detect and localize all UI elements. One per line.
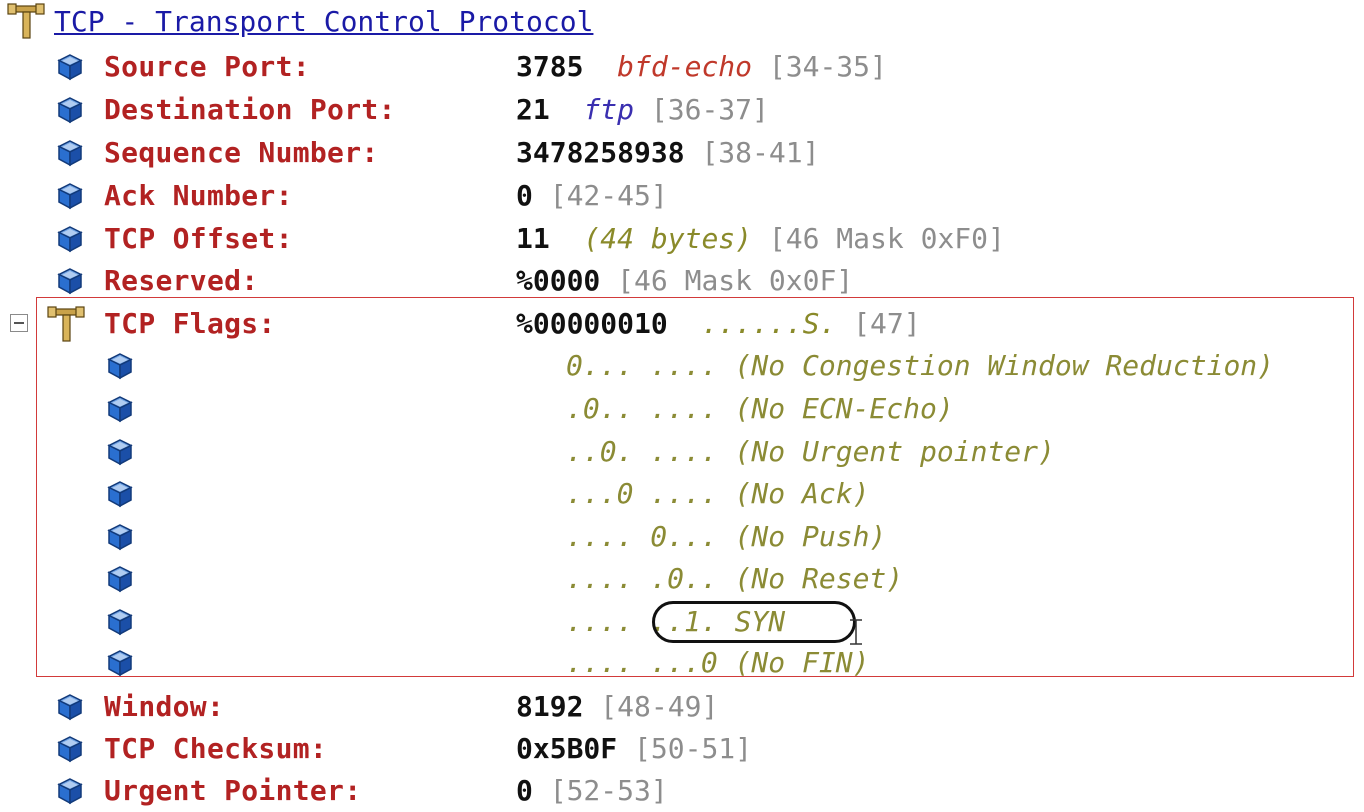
byte-range: [48-49] xyxy=(600,690,719,723)
text-cursor-icon xyxy=(850,619,862,645)
byte-range: [36-37] xyxy=(650,93,769,126)
flag-bit-description: .... .0.. (No Reset) xyxy=(566,562,904,595)
cube-icon xyxy=(56,225,84,253)
field-label: Window: xyxy=(104,690,225,723)
field-value: 11 (44 bytes) [46 Mask 0xF0] xyxy=(516,222,1005,255)
protocol-header-row[interactable]: TCP - Transport Control Protocol xyxy=(0,0,1364,43)
cube-icon xyxy=(106,438,134,466)
field-row-urgent-pointer[interactable]: Urgent Pointer: 0 [52-53] xyxy=(0,769,1364,812)
cube-icon xyxy=(56,53,84,81)
cube-icon xyxy=(106,395,134,423)
flag-bit-row[interactable]: .... .0.. (No Reset) xyxy=(0,557,1364,600)
flags-summary: ......S. xyxy=(701,307,837,340)
flag-bit-description: ..0. .... (No Urgent pointer) xyxy=(566,435,1055,468)
field-row-destination-port[interactable]: Destination Port: 21 ftp [36-37] xyxy=(0,88,1364,131)
field-row-tcp-offset[interactable]: TCP Offset: 11 (44 bytes) [46 Mask 0xF0] xyxy=(0,217,1364,260)
field-row-tcp-checksum[interactable]: TCP Checksum: 0x5B0F [50-51] xyxy=(0,727,1364,770)
flag-bit-row[interactable]: 0... .... (No Congestion Window Reductio… xyxy=(0,344,1364,387)
collapse-icon[interactable] xyxy=(10,314,28,332)
cube-icon xyxy=(106,565,134,593)
cube-icon xyxy=(56,139,84,167)
flag-bit-row[interactable]: .0.. .... (No ECN-Echo) xyxy=(0,387,1364,430)
cube-icon xyxy=(56,735,84,763)
field-label: Sequence Number: xyxy=(104,136,379,169)
field-value: 21 ftp [36-37] xyxy=(516,93,769,126)
protocol-branch-icon xyxy=(46,305,86,343)
field-row-source-port[interactable]: Source Port: 3785 bfd-echo [34-35] xyxy=(0,45,1364,88)
cube-icon xyxy=(106,352,134,380)
cube-icon xyxy=(56,693,84,721)
flag-bit-row[interactable]: ..0. .... (No Urgent pointer) xyxy=(0,430,1364,473)
flag-bit-row[interactable]: .... 0... (No Push) xyxy=(0,515,1364,558)
byte-range: [46 Mask 0x0F] xyxy=(617,264,854,297)
field-label: TCP Flags: xyxy=(104,307,276,340)
flag-bit-row[interactable]: .... ...0 (No FIN) xyxy=(0,641,1364,684)
field-label: TCP Offset: xyxy=(104,222,293,255)
byte-range: [38-41] xyxy=(701,136,820,169)
field-row-tcp-flags[interactable]: TCP Flags: %00000010 ......S. [47] xyxy=(0,302,1364,345)
flag-bit-description: 0... .... (No Congestion Window Reductio… xyxy=(566,349,1275,382)
syn-annotation-oval xyxy=(652,601,856,643)
field-value: 3478258938 [38-41] xyxy=(516,136,820,169)
flag-bit-description: ...0 .... (No Ack) xyxy=(566,477,870,510)
field-row-ack-number[interactable]: Ack Number: 0 [42-45] xyxy=(0,174,1364,217)
byte-range: [34-35] xyxy=(768,50,887,83)
cube-icon xyxy=(56,182,84,210)
field-row-window[interactable]: Window: 8192 [48-49] xyxy=(0,685,1364,728)
field-extra: (44 bytes) xyxy=(583,222,753,255)
protocol-branch-icon xyxy=(6,2,46,40)
field-value: %00000010 ......S. [47] xyxy=(516,307,921,340)
field-label: Reserved: xyxy=(104,264,259,297)
cube-icon xyxy=(56,96,84,124)
flag-bit-description: .... ...0 (No FIN) xyxy=(566,646,870,679)
cube-icon xyxy=(106,608,134,636)
field-value: 0 [52-53] xyxy=(516,774,668,807)
field-label: Urgent Pointer: xyxy=(104,774,362,807)
field-value: 0 [42-45] xyxy=(516,179,668,212)
flag-bit-description: .0.. .... (No ECN-Echo) xyxy=(566,392,954,425)
cube-icon xyxy=(56,267,84,295)
field-value: 8192 [48-49] xyxy=(516,690,719,723)
field-extra: ftp xyxy=(583,93,635,126)
byte-range: [52-53] xyxy=(549,774,668,807)
cube-icon xyxy=(56,777,84,805)
flag-bit-row[interactable]: ...0 .... (No Ack) xyxy=(0,472,1364,515)
byte-range: [46 Mask 0xF0] xyxy=(768,222,1005,255)
field-label: Source Port: xyxy=(104,50,310,83)
cube-icon xyxy=(106,480,134,508)
protocol-title-link[interactable]: TCP - Transport Control Protocol xyxy=(54,0,593,43)
cube-icon xyxy=(106,523,134,551)
field-row-sequence-number[interactable]: Sequence Number: 3478258938 [38-41] xyxy=(0,131,1364,174)
byte-range: [50-51] xyxy=(634,732,753,765)
byte-range: [42-45] xyxy=(549,179,668,212)
field-value: 3785 bfd-echo [34-35] xyxy=(516,50,887,83)
field-value: 0x5B0F [50-51] xyxy=(516,732,753,765)
field-value: %0000 [46 Mask 0x0F] xyxy=(516,264,854,297)
byte-range: [47] xyxy=(853,307,921,340)
field-extra: bfd-echo xyxy=(617,50,753,83)
flag-bit-description: .... 0... (No Push) xyxy=(566,520,887,553)
field-label: TCP Checksum: xyxy=(104,732,328,765)
field-label: Ack Number: xyxy=(104,179,293,212)
field-row-reserved[interactable]: Reserved: %0000 [46 Mask 0x0F] xyxy=(0,259,1364,302)
field-label: Destination Port: xyxy=(104,93,396,126)
cube-icon xyxy=(106,649,134,677)
